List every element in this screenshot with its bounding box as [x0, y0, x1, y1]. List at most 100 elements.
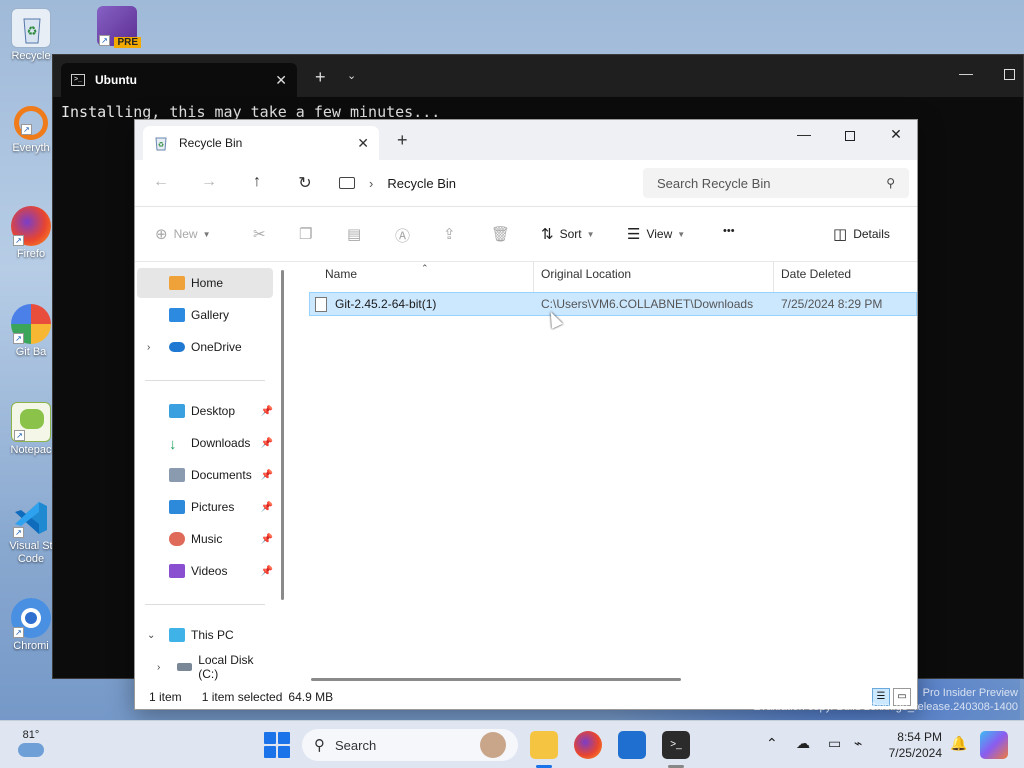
- minimize-button[interactable]: —: [789, 126, 819, 142]
- view-label: View: [646, 227, 673, 241]
- search-icon: ⚲: [886, 176, 895, 190]
- shortcut-arrow-icon: ↗: [14, 430, 25, 441]
- selection-count: 1 item selected: [201, 690, 283, 704]
- network-icon[interactable]: ⌁: [854, 735, 862, 752]
- terminal-tab[interactable]: >_ Ubuntu ✕: [61, 63, 297, 97]
- nav-item-documents[interactable]: Documents 📌: [137, 460, 273, 490]
- column-header-date-deleted[interactable]: Date Deleted: [781, 267, 851, 289]
- forward-arrow-icon[interactable]: →: [197, 173, 221, 191]
- chevron-right-icon[interactable]: ›: [369, 176, 373, 191]
- nav-item-onedrive[interactable]: › OneDrive: [137, 332, 273, 362]
- new-button[interactable]: ⊕ New ▼: [155, 225, 211, 243]
- search-placeholder: Search Recycle Bin: [657, 175, 771, 191]
- nav-item-downloads[interactable]: ↓ Downloads 📌: [137, 428, 273, 458]
- up-arrow-icon[interactable]: ↑: [245, 173, 269, 191]
- pin-icon[interactable]: 📌: [261, 470, 273, 481]
- breadcrumb-recycle-bin[interactable]: Recycle Bin: [387, 176, 456, 191]
- new-tab-button[interactable]: +: [397, 130, 408, 151]
- desktop-watermark: Pro Insider Preview Evaluation copy. Bui…: [753, 686, 1018, 714]
- maximize-button[interactable]: [1004, 69, 1015, 80]
- copy-button[interactable]: ❐: [299, 225, 318, 243]
- column-header-name[interactable]: Name ⌃: [325, 263, 429, 289]
- firefox-taskbar-icon[interactable]: [574, 731, 602, 759]
- column-divider[interactable]: [773, 262, 774, 292]
- desktop-folder-icon: [169, 404, 185, 418]
- copilot-icon[interactable]: [980, 731, 1008, 759]
- nav-item-gallery[interactable]: Gallery: [137, 300, 273, 330]
- refresh-icon[interactable]: ↻: [293, 173, 317, 193]
- chevron-down-icon[interactable]: ⌄: [147, 630, 155, 641]
- pin-icon[interactable]: 📌: [261, 438, 273, 449]
- nav-item-this-pc[interactable]: ⌄ This PC: [137, 620, 273, 650]
- delete-button[interactable]: 🗑: [491, 225, 516, 243]
- nav-item-pictures[interactable]: Pictures 📌: [137, 492, 273, 522]
- pin-icon[interactable]: 📌: [261, 566, 273, 577]
- details-pane-button[interactable]: ◫ Details: [833, 225, 890, 243]
- cut-button[interactable]: ✂: [253, 225, 272, 243]
- column-header-original-location[interactable]: Original Location: [541, 267, 631, 289]
- notepad-plus-icon: ↗: [11, 402, 51, 442]
- maximize-button[interactable]: [835, 128, 865, 144]
- microsoft-store-taskbar-icon[interactable]: [618, 731, 646, 759]
- back-arrow-icon[interactable]: ←: [149, 173, 173, 191]
- clock[interactable]: 8:54 PM 7/25/2024: [884, 729, 942, 761]
- pin-icon[interactable]: 📌: [261, 502, 273, 513]
- nav-item-home[interactable]: Home: [137, 268, 273, 298]
- column-divider[interactable]: [533, 262, 534, 292]
- horizontal-scrollbar[interactable]: [311, 678, 681, 681]
- nav-item-videos[interactable]: Videos 📌: [137, 556, 273, 586]
- file-explorer-taskbar-icon[interactable]: [530, 731, 558, 759]
- paste-button[interactable]: ▤: [347, 225, 367, 243]
- desktop-icon-visual-studio-preview[interactable]: PRE ↗: [86, 6, 148, 48]
- new-tab-button[interactable]: +: [315, 67, 326, 88]
- taskbar-search-label: Search: [335, 737, 377, 753]
- chevron-down-icon[interactable]: ⌄: [347, 69, 356, 82]
- document-icon: [169, 468, 185, 482]
- item-count: 1 item: [149, 690, 182, 704]
- svg-text:♻: ♻: [27, 24, 38, 38]
- git-bash-icon: ↗: [11, 304, 51, 344]
- chevron-right-icon[interactable]: ›: [147, 342, 150, 353]
- terminal-taskbar-icon[interactable]: >_: [662, 731, 690, 759]
- chevron-right-icon[interactable]: ›: [157, 662, 160, 673]
- close-tab-icon[interactable]: ✕: [275, 72, 287, 89]
- nav-item-music[interactable]: Music 📌: [137, 524, 273, 554]
- search-input[interactable]: Search Recycle Bin ⚲: [643, 168, 909, 198]
- explorer-tab[interactable]: ♻ Recycle Bin ✕: [143, 126, 379, 160]
- weather-widget[interactable]: 81°: [18, 729, 44, 757]
- nav-label: Local Disk (C:): [198, 653, 254, 681]
- taskbar-search[interactable]: ⚲ Search: [302, 729, 518, 761]
- nav-item-desktop[interactable]: Desktop 📌: [137, 396, 273, 426]
- chevron-down-icon: ▼: [586, 229, 595, 239]
- cloud-icon: [18, 743, 44, 757]
- display-icon[interactable]: ▭: [828, 735, 841, 752]
- explorer-title-bar: ♻ Recycle Bin ✕ + — ✕: [135, 120, 917, 160]
- visual-studio-preview-icon: PRE ↗: [97, 6, 141, 48]
- cloud-offline-icon[interactable]: ☁: [796, 735, 810, 752]
- trash-icon: 🗑: [491, 226, 511, 243]
- close-tab-icon[interactable]: ✕: [357, 135, 369, 152]
- chevron-up-icon[interactable]: ⌃: [766, 735, 778, 752]
- more-options-button[interactable]: •••: [723, 225, 735, 237]
- taskbar: 81° ⚲ Search >_ ⌃ ☁ ▭ ⌁ 8:54 PM 7/25/202…: [0, 720, 1024, 768]
- recycle-bin-icon: ♻: [155, 137, 167, 151]
- minimize-button[interactable]: —: [959, 65, 973, 81]
- start-button[interactable]: [264, 732, 290, 758]
- share-button[interactable]: ⇪: [443, 225, 462, 243]
- file-row[interactable]: Git-2.45.2-64-bit(1) C:\Users\VM6.COLLAB…: [309, 292, 917, 316]
- nav-item-local-disk[interactable]: › Local Disk (C:): [137, 652, 273, 682]
- view-button[interactable]: ☰ View ▼: [627, 225, 685, 243]
- nav-divider: [145, 380, 265, 381]
- address-breadcrumb[interactable]: › Recycle Bin: [339, 168, 629, 198]
- close-window-button[interactable]: ✕: [881, 126, 911, 143]
- pin-icon[interactable]: 📌: [261, 534, 273, 545]
- command-bar: ⊕ New ▼ ✂ ❐ ▤ Ⓐ ⇪ 🗑 ⇅ Sort ▼ ☰ View ▼ ••…: [135, 207, 917, 262]
- rename-button[interactable]: Ⓐ: [395, 225, 416, 246]
- file-explorer-window[interactable]: ♻ Recycle Bin ✕ + — ✕ ← → ↑ ↻ › Recycle …: [134, 119, 918, 710]
- nav-scrollbar[interactable]: [281, 270, 284, 600]
- pin-icon[interactable]: 📌: [261, 406, 273, 417]
- file-name: Git-2.45.2-64-bit(1): [335, 297, 437, 311]
- navigation-pane: Home Gallery › OneDrive Desktop 📌 ↓ Down…: [135, 262, 285, 685]
- sort-button[interactable]: ⇅ Sort ▼: [541, 225, 595, 243]
- notification-bell-icon[interactable]: 🔔: [950, 735, 967, 752]
